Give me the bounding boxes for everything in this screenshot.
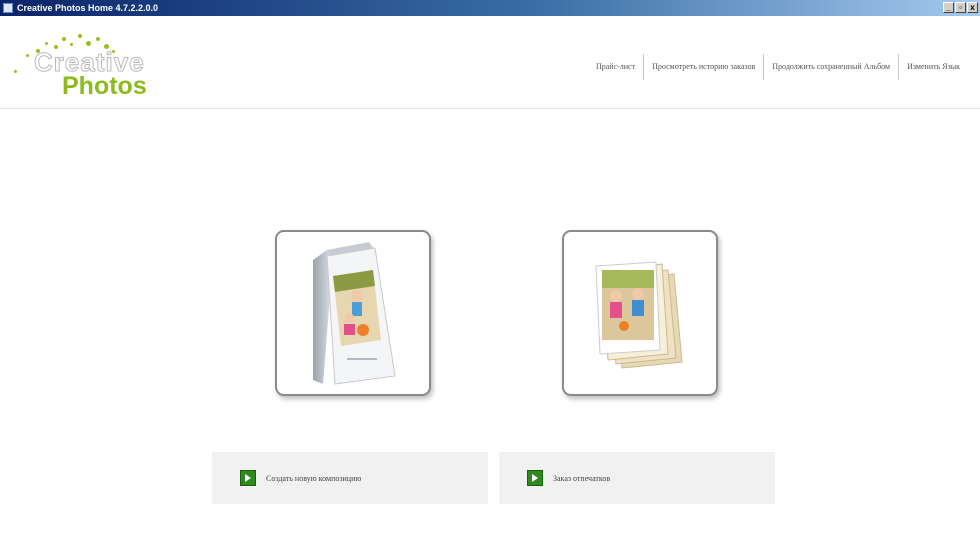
photo-book-icon: [313, 242, 396, 385]
logo-word-photos: Photos: [62, 72, 147, 100]
photo-prints-tile[interactable]: [562, 230, 718, 396]
creative-photos-logo: Creative Photos: [12, 30, 172, 110]
nav-order-history[interactable]: Просмотреть историю заказов: [644, 55, 763, 79]
nav-continue-album[interactable]: Продолжить сохраненный Альбом: [764, 55, 898, 79]
create-new-composition-label: Создать новую композицию: [266, 473, 362, 483]
photo-book-tile[interactable]: [275, 230, 431, 396]
window-title-bar: Creative Photos Home 4.7.2.2.0.0 _ ▫ x: [0, 0, 980, 16]
window-title: Creative Photos Home 4.7.2.2.0.0: [17, 3, 159, 13]
close-button[interactable]: x: [967, 2, 978, 13]
top-navigation: Прайс-лист Просмотреть историю заказов П…: [588, 54, 968, 80]
arrow-right-icon[interactable]: [527, 470, 543, 486]
create-new-composition-option[interactable]: Создать новую композицию: [212, 452, 488, 504]
photo-prints-icon: [595, 261, 683, 369]
maximize-button[interactable]: ▫: [955, 2, 966, 13]
nav-price-list[interactable]: Прайс-лист: [588, 55, 643, 79]
order-prints-option[interactable]: Заказ отпечатков: [499, 452, 775, 504]
minimize-button[interactable]: _: [943, 2, 954, 13]
app-header: Creative Photos Прайс-лист Просмотреть и…: [0, 16, 980, 109]
app-icon: [3, 3, 13, 13]
window-controls: _ ▫ x: [943, 2, 978, 13]
nav-change-language[interactable]: Изменить Язык: [899, 55, 968, 79]
order-prints-label: Заказ отпечатков: [553, 473, 611, 483]
arrow-right-icon[interactable]: [240, 470, 256, 486]
